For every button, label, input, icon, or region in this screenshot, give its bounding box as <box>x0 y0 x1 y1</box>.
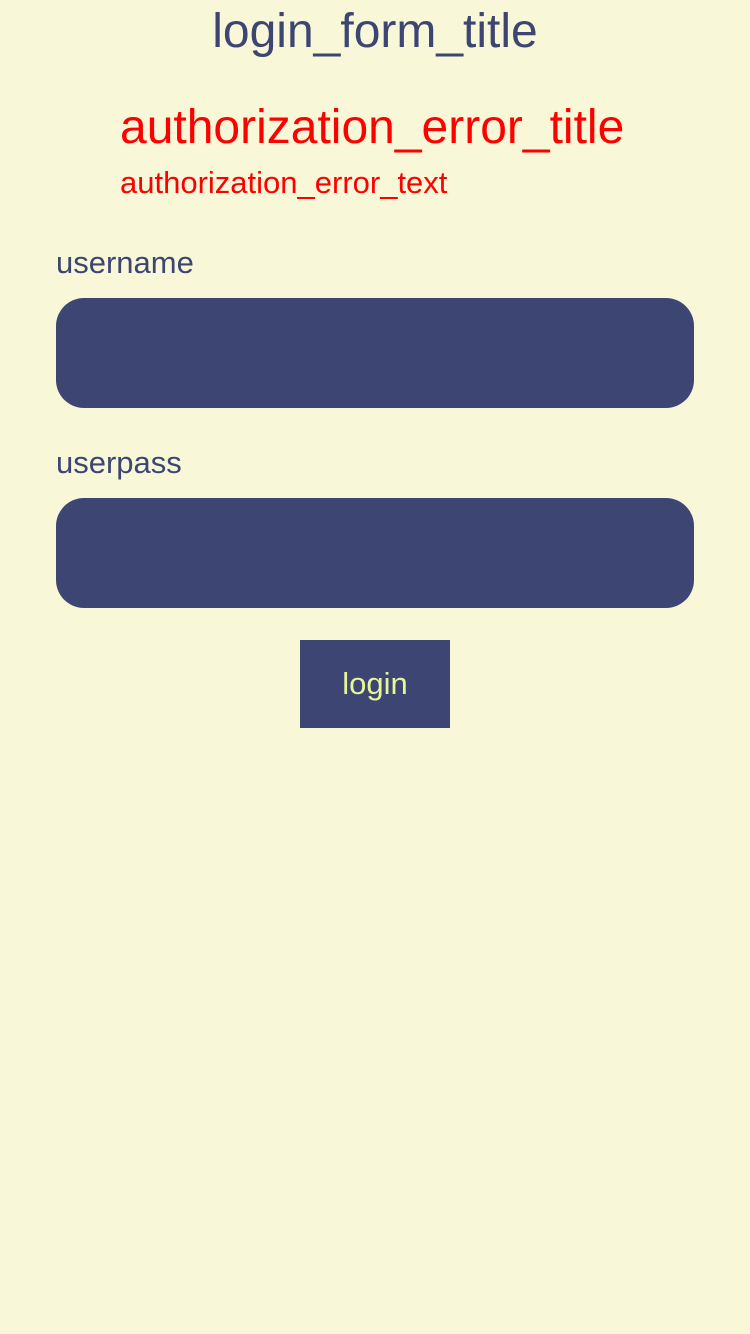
username-label: username <box>56 245 194 280</box>
authorization-error-title: authorization_error_title <box>120 101 625 154</box>
userpass-label: userpass <box>56 445 182 480</box>
login-form-title: login_form_title <box>212 5 538 58</box>
username-input[interactable] <box>56 298 694 408</box>
userpass-input[interactable] <box>56 498 694 608</box>
authorization-error-text: authorization_error_text <box>120 165 448 200</box>
login-button[interactable]: login <box>300 640 450 728</box>
